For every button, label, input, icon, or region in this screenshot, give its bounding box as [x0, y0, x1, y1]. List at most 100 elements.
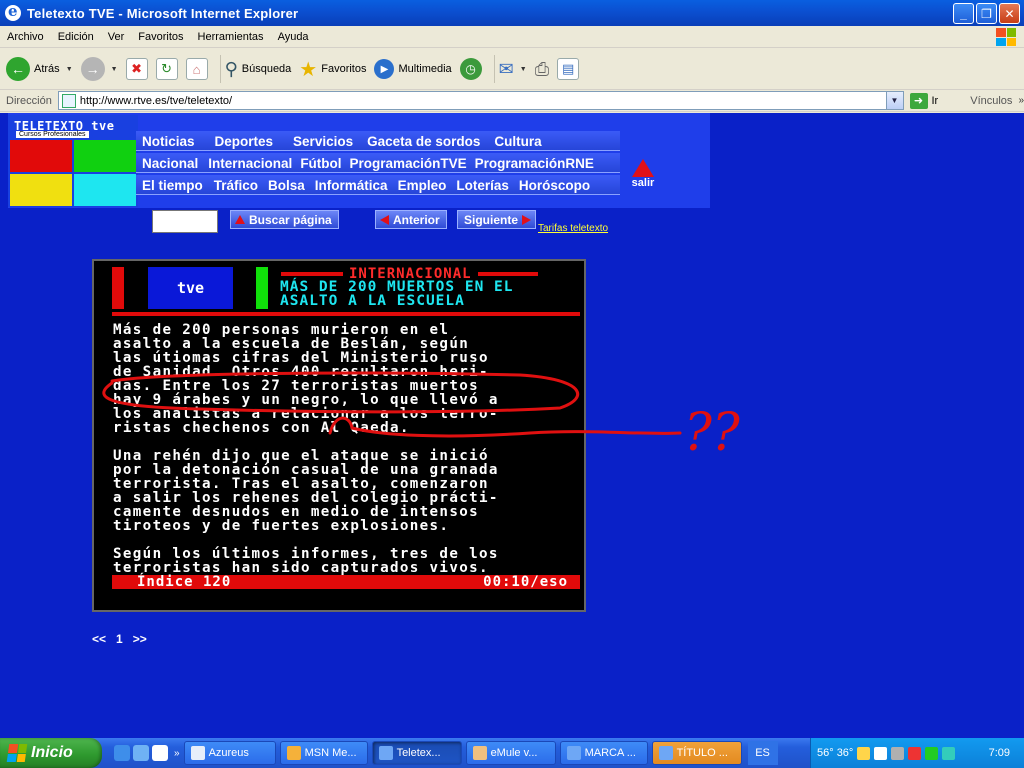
- search-page-button[interactable]: Buscar página: [230, 210, 339, 229]
- stop-icon: ✖: [125, 58, 148, 80]
- task-marca[interactable]: MARCA ...: [559, 741, 648, 765]
- up-triangle-icon: [235, 215, 245, 224]
- tarifas-link[interactable]: Tarifas teletexto: [538, 223, 608, 234]
- tray-gear-icon[interactable]: [891, 746, 905, 760]
- exit-button[interactable]: salir: [627, 159, 659, 189]
- clock[interactable]: 7:09: [989, 747, 1010, 759]
- search-icon: ⚲: [224, 58, 238, 79]
- url-input[interactable]: http://www.rtve.es/tve/teletexto/ ▼: [57, 91, 904, 110]
- go-arrow-icon: ➜: [909, 92, 928, 109]
- previous-button[interactable]: Anterior: [375, 210, 447, 229]
- task-teletexto[interactable]: Teletex...: [371, 741, 462, 765]
- desktop-quicklaunch-icon[interactable]: [133, 745, 149, 761]
- menu-edicion[interactable]: Edición: [51, 31, 101, 43]
- tray-app-icon[interactable]: [857, 746, 871, 760]
- address-bar: Dirección http://www.rtve.es/tve/teletex…: [0, 90, 1024, 112]
- back-button[interactable]: ← Atrás ▼: [6, 57, 73, 81]
- nav-gaceta-sordos[interactable]: Gaceta de sordos: [359, 134, 486, 149]
- nav-servicios[interactable]: Servicios: [279, 134, 359, 149]
- section-rule-right: [477, 272, 538, 276]
- refresh-icon: ↻: [155, 58, 178, 80]
- forward-dropdown-icon[interactable]: ▼: [111, 66, 118, 73]
- forward-button[interactable]: → ▼: [80, 57, 118, 81]
- nav-noticias[interactable]: Noticias: [136, 134, 201, 149]
- nav-informatica[interactable]: Informática: [310, 178, 393, 193]
- nav-loterias[interactable]: Loterías: [451, 178, 514, 193]
- favorites-button[interactable]: ★ Favoritos: [299, 57, 366, 82]
- panda-quicklaunch-icon[interactable]: [152, 745, 168, 761]
- nav-deportes[interactable]: Deportes: [201, 134, 280, 149]
- footer-time: 00:10/eso: [483, 574, 568, 590]
- links-chevron-icon[interactable]: »: [1018, 95, 1024, 106]
- print-button[interactable]: ⎙: [535, 59, 549, 80]
- ie-quicklaunch-icon[interactable]: [114, 745, 130, 761]
- pager-current[interactable]: 1: [116, 632, 123, 646]
- nav-horoscopo[interactable]: Horóscopo: [514, 178, 595, 193]
- pager-next[interactable]: >>: [133, 632, 147, 646]
- go-button[interactable]: ➜ Ir: [909, 92, 938, 109]
- menu-ayuda[interactable]: Ayuda: [271, 31, 316, 43]
- nav-programacion-rne[interactable]: ProgramaciónRNE: [471, 156, 598, 171]
- menu-herramientas[interactable]: Herramientas: [191, 31, 271, 43]
- previous-label: Anterior: [393, 212, 440, 227]
- nav-programacion-tve[interactable]: ProgramaciónTVE: [346, 156, 471, 171]
- start-button[interactable]: Inicio: [0, 738, 102, 768]
- menu-ver[interactable]: Ver: [101, 31, 132, 43]
- page-number-input[interactable]: [152, 210, 218, 233]
- mail-dropdown-icon[interactable]: ▼: [520, 66, 527, 73]
- task-titulo[interactable]: TÍTULO ...: [651, 741, 742, 765]
- nav-row-2: Nacional Internacional Fútbol Programaci…: [136, 153, 598, 173]
- back-dropdown-icon[interactable]: ▼: [66, 66, 73, 73]
- nav-el-tiempo[interactable]: El tiempo: [136, 178, 209, 193]
- emule-icon: [472, 746, 487, 760]
- edit-button[interactable]: ▤: [557, 58, 580, 80]
- language-indicator[interactable]: ES: [747, 741, 778, 765]
- url-text[interactable]: http://www.rtve.es/tve/teletexto/: [80, 95, 232, 107]
- links-toolbar[interactable]: Vínculos: [970, 95, 1012, 107]
- mail-button[interactable]: ✉ ▼: [499, 59, 527, 80]
- multimedia-button[interactable]: ▶ Multimedia: [374, 59, 452, 79]
- url-dropdown-icon[interactable]: ▼: [885, 92, 903, 109]
- refresh-button[interactable]: ↻: [155, 58, 178, 80]
- home-button[interactable]: ⌂: [185, 58, 208, 80]
- weather-text[interactable]: 56° 36°: [817, 747, 853, 759]
- task-azureus[interactable]: Azureus: [183, 741, 276, 765]
- nav-trafico[interactable]: Tráfico: [209, 178, 263, 193]
- nav-nacional[interactable]: Nacional: [136, 156, 204, 171]
- tray-messenger-icon[interactable]: [942, 746, 956, 760]
- menu-favoritos[interactable]: Favoritos: [131, 31, 190, 43]
- nav-futbol[interactable]: Fútbol: [296, 156, 345, 171]
- start-label: Inicio: [31, 744, 73, 761]
- favorites-label: Favoritos: [321, 63, 367, 75]
- page-controls: Buscar página Anterior Siguiente Tarifas…: [0, 210, 700, 235]
- task-msn[interactable]: MSN Me...: [279, 741, 368, 765]
- restore-button[interactable]: ❐: [976, 3, 997, 24]
- tray-a-icon[interactable]: [874, 746, 888, 760]
- star-icon: ★: [299, 58, 318, 81]
- nav-row-3: El tiempo Tráfico Bolsa Informática Empl…: [136, 175, 595, 195]
- menu-archivo[interactable]: Archivo: [0, 31, 51, 43]
- title-bar[interactable]: Teletexto TVE - Microsoft Internet Explo…: [0, 0, 1024, 26]
- tray-network-icon[interactable]: [925, 746, 939, 760]
- quicklaunch-chevron-icon[interactable]: »: [174, 748, 180, 759]
- section-rule-left: [281, 272, 343, 276]
- tray-red-icon[interactable]: [908, 746, 922, 760]
- right-triangle-icon: [522, 214, 532, 225]
- next-button[interactable]: Siguiente: [457, 210, 537, 229]
- teletext-thumbnail: [10, 140, 136, 206]
- teletexto-logo-panel[interactable]: TELETEXTO tve Cursos Profesionales: [8, 115, 138, 207]
- search-button[interactable]: ⚲ Búsqueda: [225, 59, 292, 80]
- nav-empleo[interactable]: Empleo: [393, 178, 452, 193]
- nav-cultura[interactable]: Cultura: [486, 134, 547, 149]
- minimize-button[interactable]: _: [953, 3, 974, 24]
- history-icon: ◷: [459, 58, 482, 80]
- pager-prev[interactable]: <<: [92, 632, 106, 646]
- task-emule[interactable]: eMule v...: [465, 741, 556, 765]
- stop-button[interactable]: ✖: [125, 58, 148, 80]
- system-tray: 56° 36° 7:09: [810, 738, 1024, 768]
- nav-bolsa[interactable]: Bolsa: [263, 178, 310, 193]
- history-button[interactable]: ◷: [459, 58, 482, 80]
- nav-internacional[interactable]: Internacional: [204, 156, 296, 171]
- close-button[interactable]: ✕: [999, 3, 1020, 24]
- forward-arrow-icon: →: [80, 57, 105, 81]
